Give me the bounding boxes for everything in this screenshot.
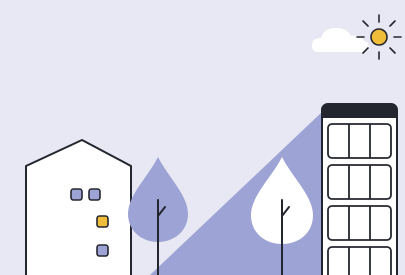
window bbox=[70, 188, 83, 201]
scene-svg bbox=[0, 0, 405, 275]
window bbox=[88, 188, 101, 201]
city-scene-illustration bbox=[0, 0, 405, 275]
window bbox=[96, 244, 109, 257]
house bbox=[25, 139, 132, 275]
tower-building bbox=[321, 103, 398, 275]
tower-roof bbox=[322, 104, 397, 118]
window-lit bbox=[96, 215, 109, 228]
sun-icon bbox=[356, 14, 402, 60]
